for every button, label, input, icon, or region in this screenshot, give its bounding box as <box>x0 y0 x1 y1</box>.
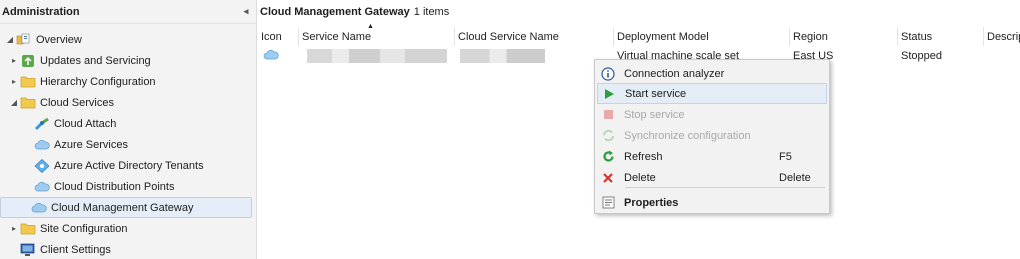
collapse-arrow-icon[interactable]: ◢ <box>8 98 20 107</box>
list-title-text: Cloud Management Gateway <box>260 6 410 18</box>
tree-item-hierarchy-configuration[interactable]: ▸ Hierarchy Configuration <box>0 71 256 92</box>
row-icon-cell <box>258 47 299 65</box>
updates-icon <box>20 54 36 68</box>
delete-icon <box>597 172 619 184</box>
expand-arrow-icon[interactable]: ▸ <box>8 224 20 233</box>
menu-separator <box>625 187 825 188</box>
menu-item-delete[interactable]: Delete Delete <box>597 167 827 188</box>
overview-icon <box>16 33 32 47</box>
menu-item-synchronize-configuration[interactable]: Synchronize configuration <box>597 125 827 146</box>
console-window: Administration ◂ ◢ Overview ▸ Updates an… <box>0 0 1020 259</box>
menu-item-properties[interactable]: Properties <box>597 192 827 213</box>
tree-item-label: Site Configuration <box>40 222 128 235</box>
tree-item-updates-and-servicing[interactable]: ▸ Updates and Servicing <box>0 50 256 71</box>
tree-item-label: Cloud Management Gateway <box>51 201 194 214</box>
cloud-icon <box>34 138 50 152</box>
tree-item-cloud-distribution-points[interactable]: Cloud Distribution Points <box>0 176 256 197</box>
expand-arrow-icon[interactable]: ▸ <box>8 56 20 65</box>
menu-item-label: Start service <box>625 87 687 100</box>
column-headers: Icon ▲ Service Name Cloud Service Name D… <box>258 23 1020 46</box>
folder-icon <box>20 75 36 89</box>
column-header-region[interactable]: Region <box>790 27 898 46</box>
cloud-service-name-cell <box>455 47 614 65</box>
redacted-block <box>307 49 447 63</box>
aad-icon <box>34 158 50 173</box>
tree-item-label: Updates and Servicing <box>40 54 151 67</box>
menu-item-shortcut: F5 <box>779 150 792 163</box>
tree-item-label: Azure Services <box>54 138 128 151</box>
column-header-description[interactable]: Descrip <box>984 27 1020 46</box>
tree-item-azure-services[interactable]: Azure Services <box>0 134 256 155</box>
tree-item-label: Cloud Services <box>40 96 114 109</box>
sync-icon <box>597 129 619 142</box>
tree-item-cloud-management-gateway[interactable]: Cloud Management Gateway <box>0 197 252 218</box>
tree-item-label: Overview <box>36 33 82 46</box>
cloud-icon <box>263 49 279 63</box>
menu-item-label: Properties <box>624 196 679 209</box>
cloud-attach-icon <box>34 117 50 131</box>
tree-item-cloud-services[interactable]: ◢ Cloud Services <box>0 92 256 113</box>
nav-tree: ◢ Overview ▸ Updates and Servicing ▸ Hie… <box>0 29 256 259</box>
tree-item-label: Client Settings <box>40 243 111 256</box>
tree-item-label: Azure Active Directory Tenants <box>54 159 204 172</box>
item-count: 1 items <box>413 6 450 18</box>
column-header-service-name[interactable]: ▲ Service Name <box>299 23 455 46</box>
tree-item-client-settings[interactable]: Client Settings <box>0 239 256 259</box>
list-title: Cloud Management Gateway 1 items <box>258 0 1020 24</box>
properties-icon <box>597 196 619 209</box>
play-icon <box>598 88 620 100</box>
status-cell: Stopped <box>901 50 942 62</box>
column-header-status[interactable]: Status <box>898 27 984 46</box>
folder-icon <box>20 96 36 110</box>
tree-item-overview[interactable]: ◢ Overview <box>0 29 256 50</box>
refresh-icon <box>597 150 619 163</box>
collapse-pane-button[interactable]: ◂ <box>238 6 254 17</box>
stop-icon <box>597 109 619 120</box>
info-icon <box>597 66 619 81</box>
expand-arrow-icon[interactable]: ▸ <box>8 77 20 86</box>
tree-item-label: Cloud Attach <box>54 117 117 130</box>
navigation-pane: Administration ◂ ◢ Overview ▸ Updates an… <box>0 0 257 259</box>
cloud-icon <box>31 201 47 215</box>
menu-item-label: Stop service <box>624 108 685 121</box>
menu-item-refresh[interactable]: Refresh F5 <box>597 146 827 167</box>
column-header-deployment-model[interactable]: Deployment Model <box>614 27 790 46</box>
cloud-icon <box>34 180 50 194</box>
nav-header: Administration ◂ <box>0 0 256 24</box>
menu-item-stop-service[interactable]: Stop service <box>597 104 827 125</box>
nav-title: Administration <box>2 5 80 18</box>
redacted-block <box>460 49 545 63</box>
tree-item-label: Hierarchy Configuration <box>40 75 156 88</box>
tree-item-cloud-attach[interactable]: Cloud Attach <box>0 113 256 134</box>
sort-ascending-icon: ▲ <box>367 23 374 30</box>
column-header-cloud-service-name[interactable]: Cloud Service Name <box>455 27 614 46</box>
column-header-icon[interactable]: Icon <box>258 27 299 46</box>
menu-item-label: Refresh <box>624 150 663 163</box>
context-menu: Connection analyzer Start service Stop s… <box>594 59 830 214</box>
tree-item-label: Cloud Distribution Points <box>54 180 175 193</box>
menu-item-connection-analyzer[interactable]: Connection analyzer <box>597 63 827 84</box>
menu-item-label: Delete <box>624 171 656 184</box>
menu-item-label: Synchronize configuration <box>624 129 751 142</box>
collapse-arrow-icon[interactable]: ◢ <box>4 35 16 44</box>
client-settings-icon <box>20 243 36 257</box>
tree-item-site-configuration[interactable]: ▸ Site Configuration <box>0 218 256 239</box>
menu-item-label: Connection analyzer <box>624 67 725 80</box>
tree-item-azure-active-directory-tenants[interactable]: Azure Active Directory Tenants <box>0 155 256 176</box>
menu-item-shortcut: Delete <box>779 171 811 184</box>
folder-icon <box>20 222 36 236</box>
menu-item-start-service[interactable]: Start service <box>597 83 827 104</box>
service-name-cell <box>299 47 455 65</box>
